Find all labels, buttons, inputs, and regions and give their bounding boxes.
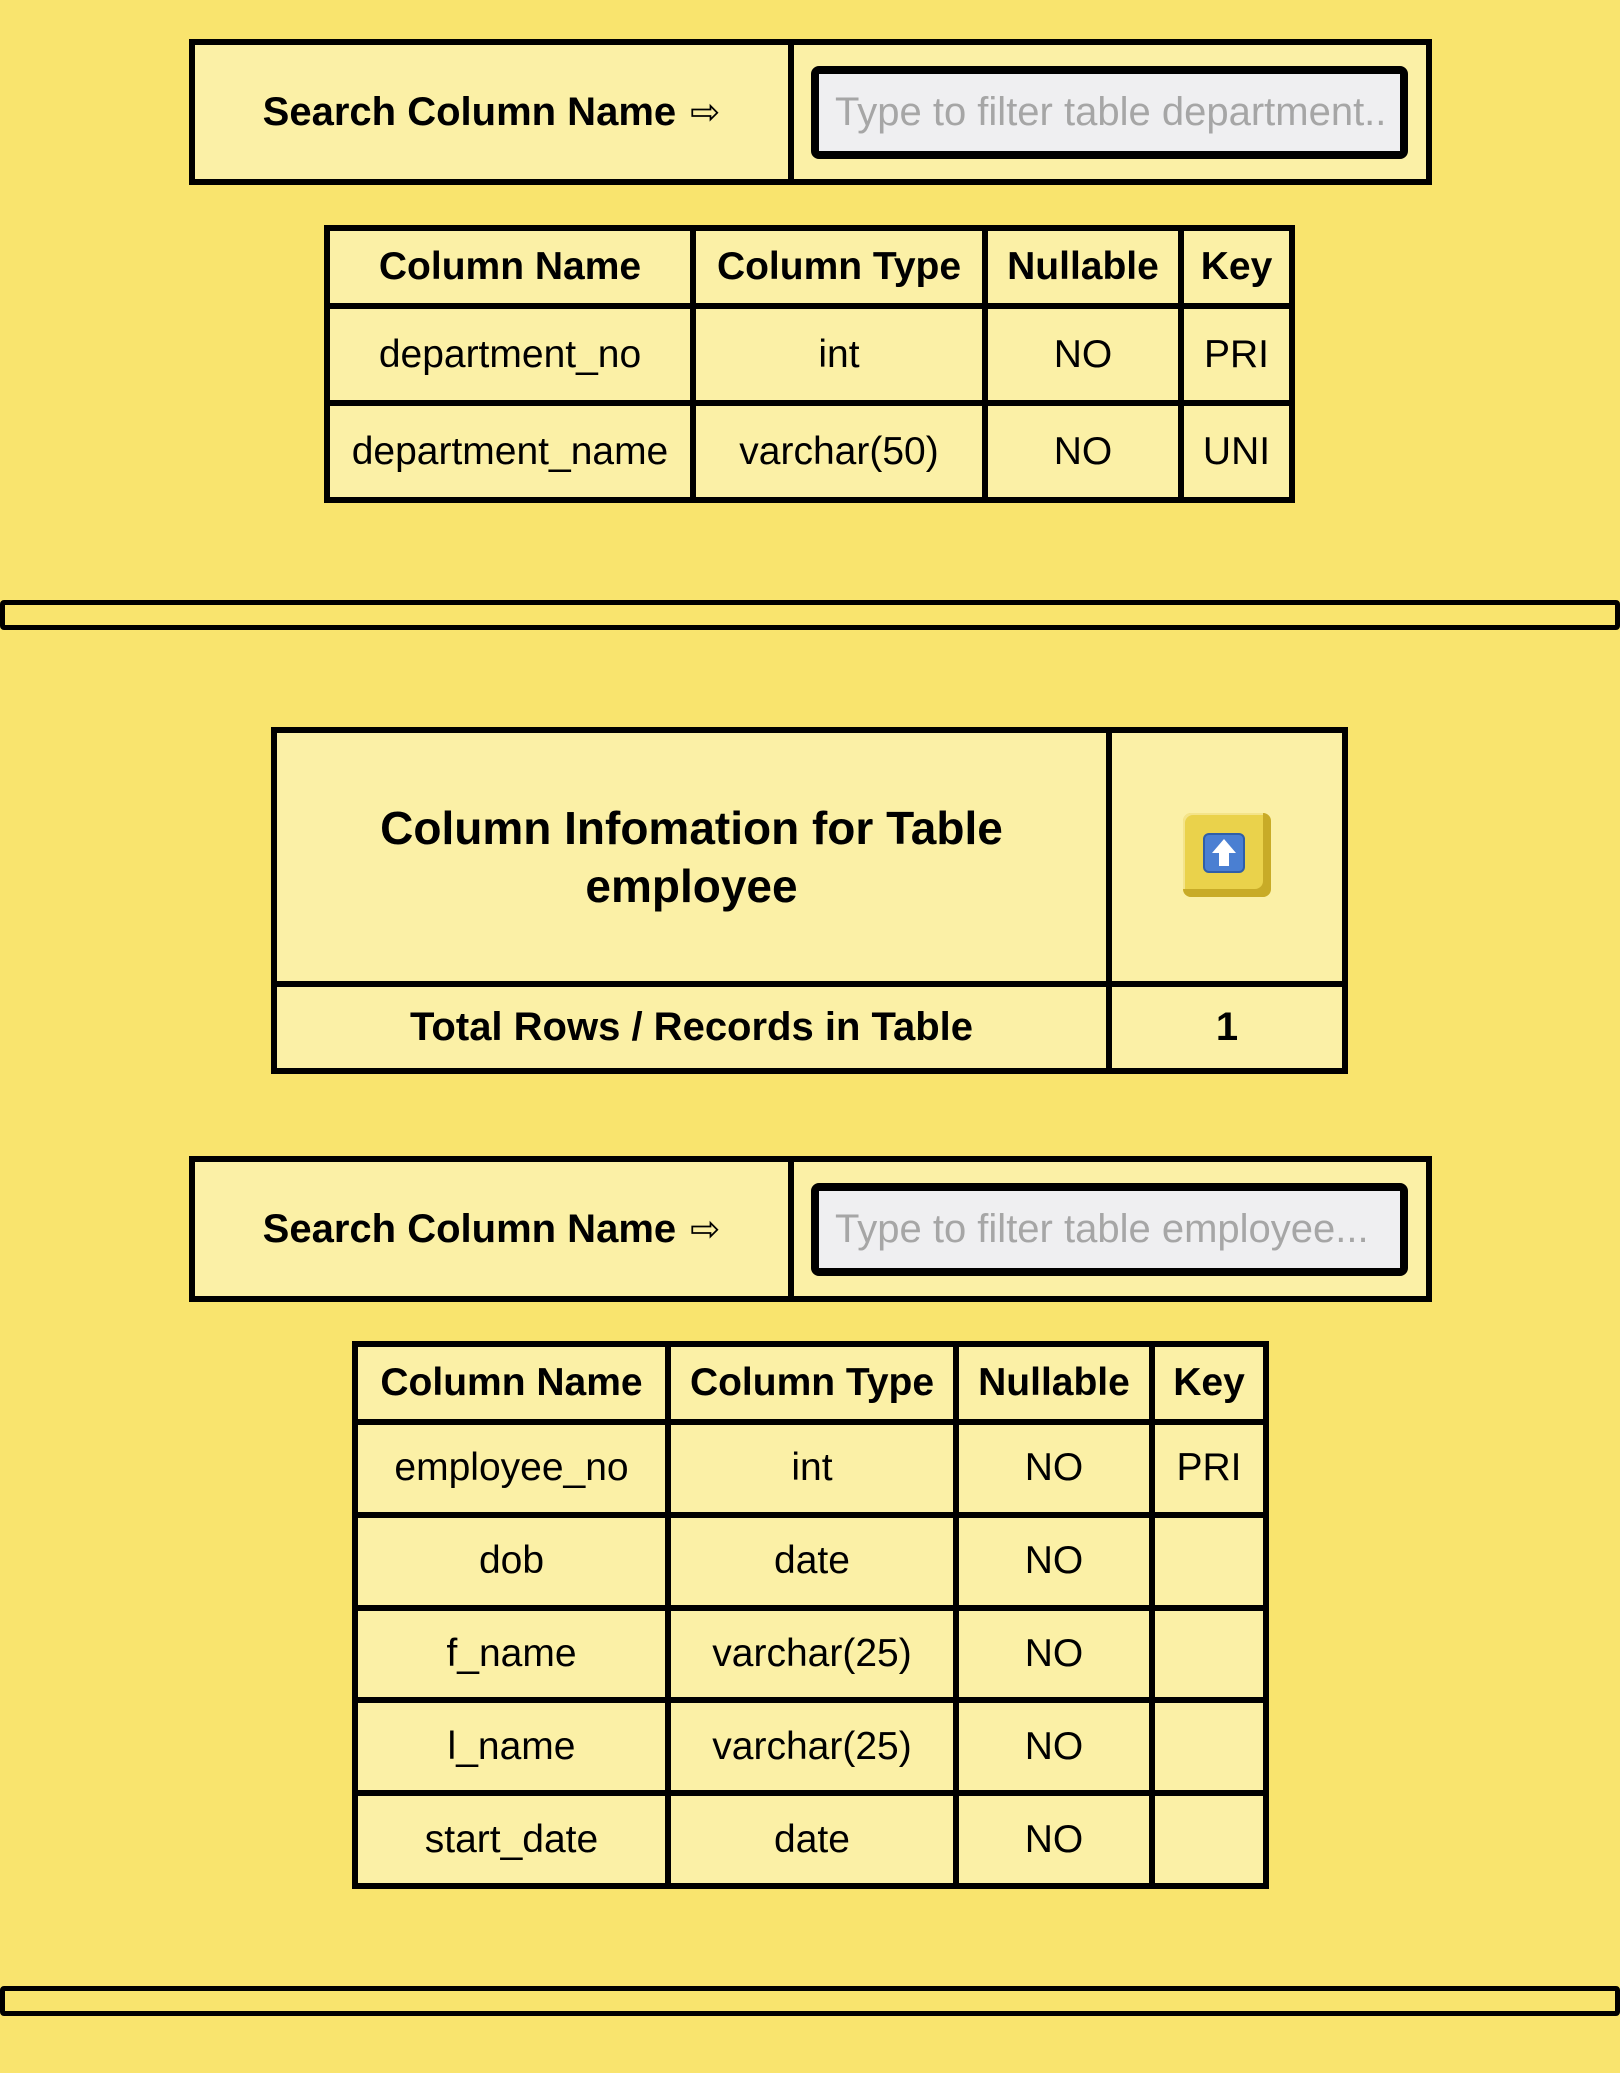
header-column-type[interactable]: Column Type xyxy=(665,1341,959,1425)
employee-search-bar: Search Column Name ⇨ xyxy=(189,1156,1432,1302)
cell-column-name: department_no xyxy=(324,303,696,406)
cell-nullable: NO xyxy=(953,1604,1155,1704)
cell-column-name: department_name xyxy=(324,400,696,503)
cell-nullable: NO xyxy=(953,1511,1155,1611)
search-input-cell xyxy=(794,1162,1426,1296)
search-label-cell: Search Column Name ⇨ xyxy=(195,1162,794,1296)
header-column-name[interactable]: Column Name xyxy=(352,1341,671,1425)
department-search-bar: Search Column Name ⇨ xyxy=(189,39,1432,185)
arrow-right-icon: ⇨ xyxy=(690,91,721,132)
table-row: employee_no int NO PRI xyxy=(352,1419,1269,1518)
info-title-row: Column Infomation for Table employee xyxy=(271,727,1348,987)
cell-column-type: varchar(50) xyxy=(690,400,988,503)
table-header-row: Column Name Column Type Nullable Key xyxy=(324,225,1295,309)
cell-nullable: NO xyxy=(982,400,1184,503)
collapse-button[interactable] xyxy=(1183,812,1271,897)
table-header-row: Column Name Column Type Nullable Key xyxy=(352,1341,1269,1425)
employee-search-input[interactable] xyxy=(811,1182,1408,1276)
header-column-type[interactable]: Column Type xyxy=(690,225,988,309)
total-rows-value: 1 xyxy=(1106,981,1348,1074)
arrow-right-icon: ⇨ xyxy=(690,1208,721,1249)
search-input-cell xyxy=(794,45,1426,179)
cell-column-name: dob xyxy=(352,1511,671,1611)
cell-column-type: int xyxy=(690,303,988,406)
table-row: dob date NO xyxy=(352,1511,1269,1611)
cell-column-name: l_name xyxy=(352,1697,671,1797)
table-row: f_name varchar(25) NO xyxy=(352,1604,1269,1704)
cell-column-name: start_date xyxy=(352,1790,671,1889)
department-columns-table: Column Name Column Type Nullable Key dep… xyxy=(324,225,1295,503)
header-key[interactable]: Key xyxy=(1149,1341,1269,1425)
info-rows-row: Total Rows / Records in Table 1 xyxy=(271,981,1348,1074)
table-row: l_name varchar(25) NO xyxy=(352,1697,1269,1797)
employee-info-table: Column Infomation for Table employee Tot… xyxy=(271,727,1348,1074)
arrow-up-icon xyxy=(1203,832,1245,873)
cell-column-name: f_name xyxy=(352,1604,671,1704)
cell-key xyxy=(1149,1790,1269,1889)
header-nullable[interactable]: Nullable xyxy=(982,225,1184,309)
cell-nullable: NO xyxy=(953,1697,1155,1797)
employee-columns-table: Column Name Column Type Nullable Key emp… xyxy=(352,1341,1269,1889)
cell-key xyxy=(1149,1697,1269,1797)
cell-nullable: NO xyxy=(953,1790,1155,1889)
cell-key: PRI xyxy=(1178,303,1295,406)
cell-column-type: int xyxy=(665,1419,959,1518)
cell-key: UNI xyxy=(1178,400,1295,503)
table-row: department_no int NO PRI xyxy=(324,303,1295,406)
table-row: department_name varchar(50) NO UNI xyxy=(324,400,1295,503)
department-search-input[interactable] xyxy=(811,65,1408,159)
table-row: start_date date NO xyxy=(352,1790,1269,1889)
cell-key xyxy=(1149,1511,1269,1611)
section-divider xyxy=(0,600,1620,630)
cell-column-type: varchar(25) xyxy=(665,1697,959,1797)
cell-column-type: date xyxy=(665,1511,959,1611)
table-info-title: Column Infomation for Table employee xyxy=(271,727,1112,987)
collapse-cell xyxy=(1106,727,1348,987)
cell-key: PRI xyxy=(1149,1419,1269,1518)
cell-column-type: date xyxy=(665,1790,959,1889)
section-divider xyxy=(0,1986,1620,2016)
header-key[interactable]: Key xyxy=(1178,225,1295,309)
cell-key xyxy=(1149,1604,1269,1704)
search-label: Search Column Name xyxy=(262,1206,677,1251)
header-column-name[interactable]: Column Name xyxy=(324,225,696,309)
cell-column-name: employee_no xyxy=(352,1419,671,1518)
cell-column-type: varchar(25) xyxy=(665,1604,959,1704)
total-rows-label: Total Rows / Records in Table xyxy=(271,981,1112,1074)
search-label: Search Column Name xyxy=(262,89,677,134)
cell-nullable: NO xyxy=(982,303,1184,406)
header-nullable[interactable]: Nullable xyxy=(953,1341,1155,1425)
search-label-cell: Search Column Name ⇨ xyxy=(195,45,794,179)
cell-nullable: NO xyxy=(953,1419,1155,1518)
